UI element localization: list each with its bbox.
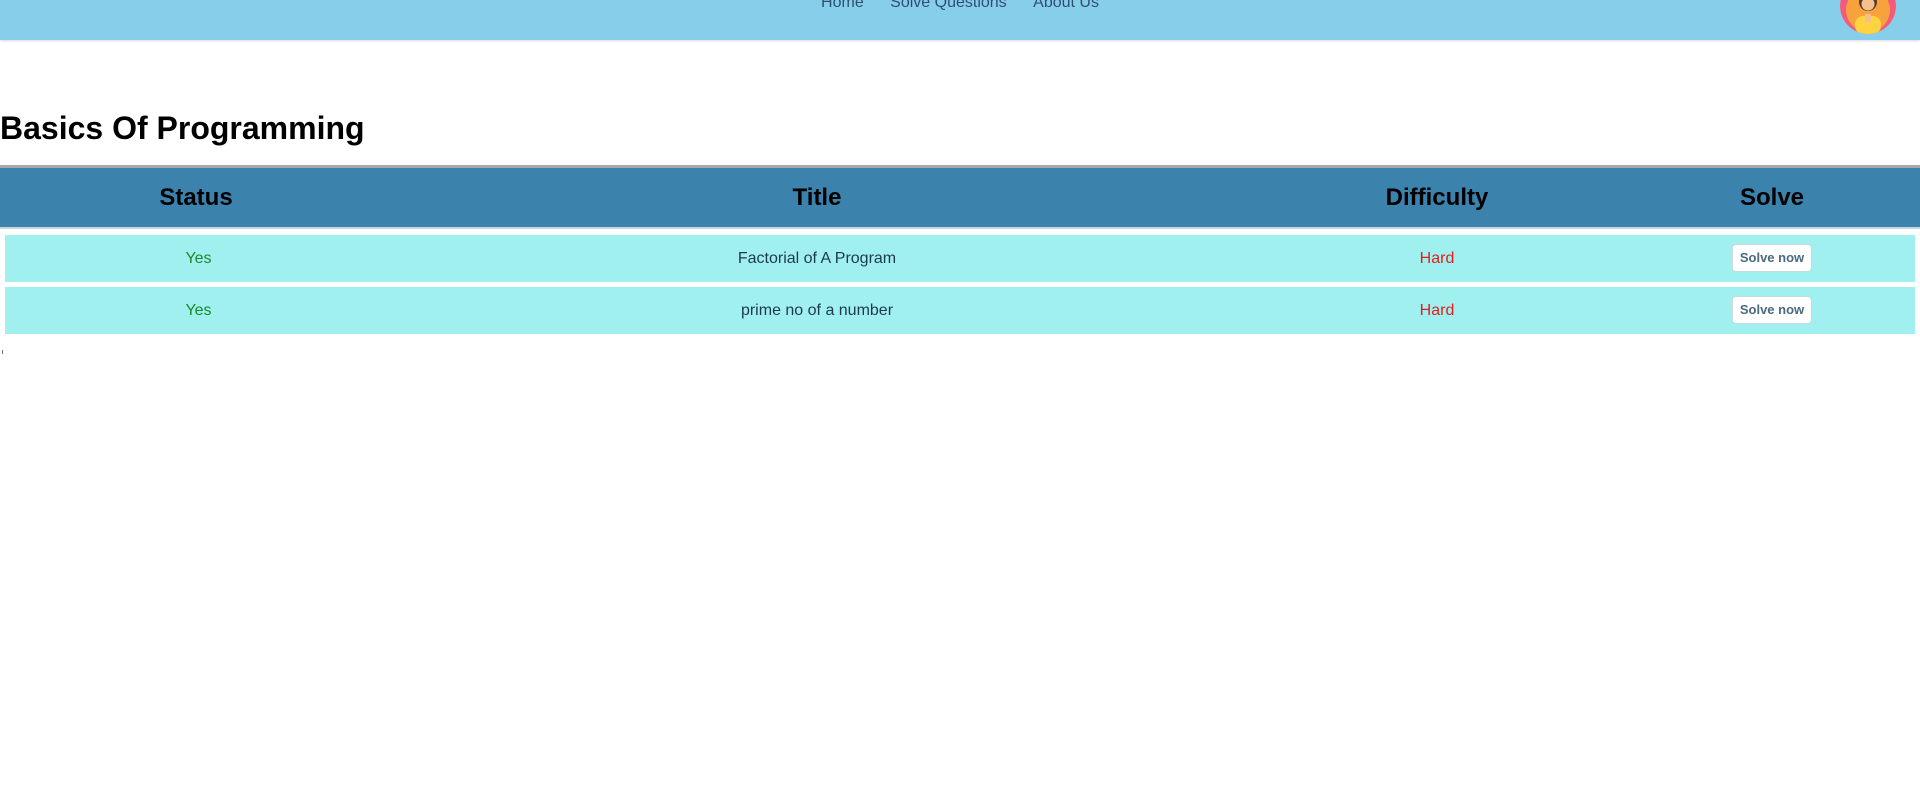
table-row: Yes prime no of a number Hard Solve now [5, 287, 1915, 334]
row-solve-cell: Solve now [1632, 287, 1912, 334]
row-solve-cell: Solve now [1632, 235, 1912, 282]
page-title: Basics Of Programming [0, 110, 365, 146]
solve-now-button[interactable]: Solve now [1731, 244, 1813, 272]
column-header-title: Title [792, 184, 842, 211]
table-row: Yes Factorial of A Program Hard Solve no… [5, 235, 1915, 282]
row-title: Factorial of A Program [737, 250, 897, 267]
table-header: Status Title Difficulty Solve [0, 168, 1920, 229]
row-difficulty: Hard [1419, 302, 1455, 319]
nav-link-about-us[interactable]: About Us [1033, 0, 1099, 12]
row-title: prime no of a number [740, 302, 894, 319]
row-status: Yes [185, 250, 212, 267]
nav-link-solve-questions[interactable]: Solve Questions [890, 0, 1007, 12]
stray-mark [2, 350, 3, 354]
top-navbar: Home Solve Questions About Us [0, 0, 1920, 40]
column-header-solve: Solve [1739, 184, 1805, 211]
column-header-difficulty: Difficulty [1385, 184, 1489, 211]
nav-links: Home Solve Questions About Us [0, 0, 1920, 12]
nav-link-home[interactable]: Home [821, 0, 864, 12]
row-status: Yes [185, 302, 212, 319]
row-difficulty: Hard [1419, 250, 1455, 267]
solve-now-button[interactable]: Solve now [1731, 296, 1813, 324]
column-header-status: Status [159, 184, 233, 211]
avatar-image [1840, 0, 1896, 34]
user-avatar-icon[interactable] [1840, 0, 1896, 34]
